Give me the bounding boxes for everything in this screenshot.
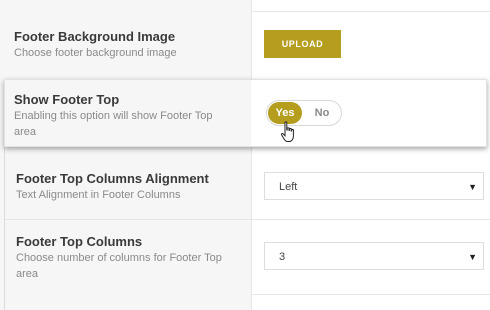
setting-description-continued: area xyxy=(14,126,37,138)
row-divider xyxy=(251,294,490,295)
alignment-select[interactable]: Left ▼ xyxy=(264,172,484,200)
select-value: Left xyxy=(279,181,298,193)
setting-description: Enabling this option will show Footer To… xyxy=(14,110,213,122)
setting-row-show-footer-top: Show Footer Top Enabling this option wil… xyxy=(4,79,487,147)
show-footer-top-toggle[interactable]: Yes No xyxy=(266,100,342,126)
toggle-no-option[interactable]: No xyxy=(311,102,333,124)
setting-title: Footer Top Columns Alignment xyxy=(16,171,209,186)
row-divider xyxy=(251,11,490,12)
row-divider xyxy=(5,219,490,220)
triangle-down-icon: ▼ xyxy=(468,252,477,262)
hand-pointer-icon xyxy=(280,121,294,142)
select-value: 3 xyxy=(279,251,286,263)
upload-button[interactable]: UPLOAD xyxy=(264,30,341,58)
columns-select[interactable]: 3 ▼ xyxy=(264,242,484,270)
setting-description: Choose footer background image xyxy=(14,47,177,59)
triangle-down-icon: ▼ xyxy=(468,182,477,192)
setting-description-continued: area xyxy=(16,268,39,280)
setting-description: Text Alignment in Footer Columns xyxy=(16,189,181,201)
setting-description: Choose number of columns for Footer Top xyxy=(16,252,222,264)
setting-title: Footer Top Columns xyxy=(16,234,143,249)
setting-title: Footer Background Image xyxy=(14,29,176,44)
section-border xyxy=(4,145,5,310)
setting-title: Show Footer Top xyxy=(14,92,120,107)
